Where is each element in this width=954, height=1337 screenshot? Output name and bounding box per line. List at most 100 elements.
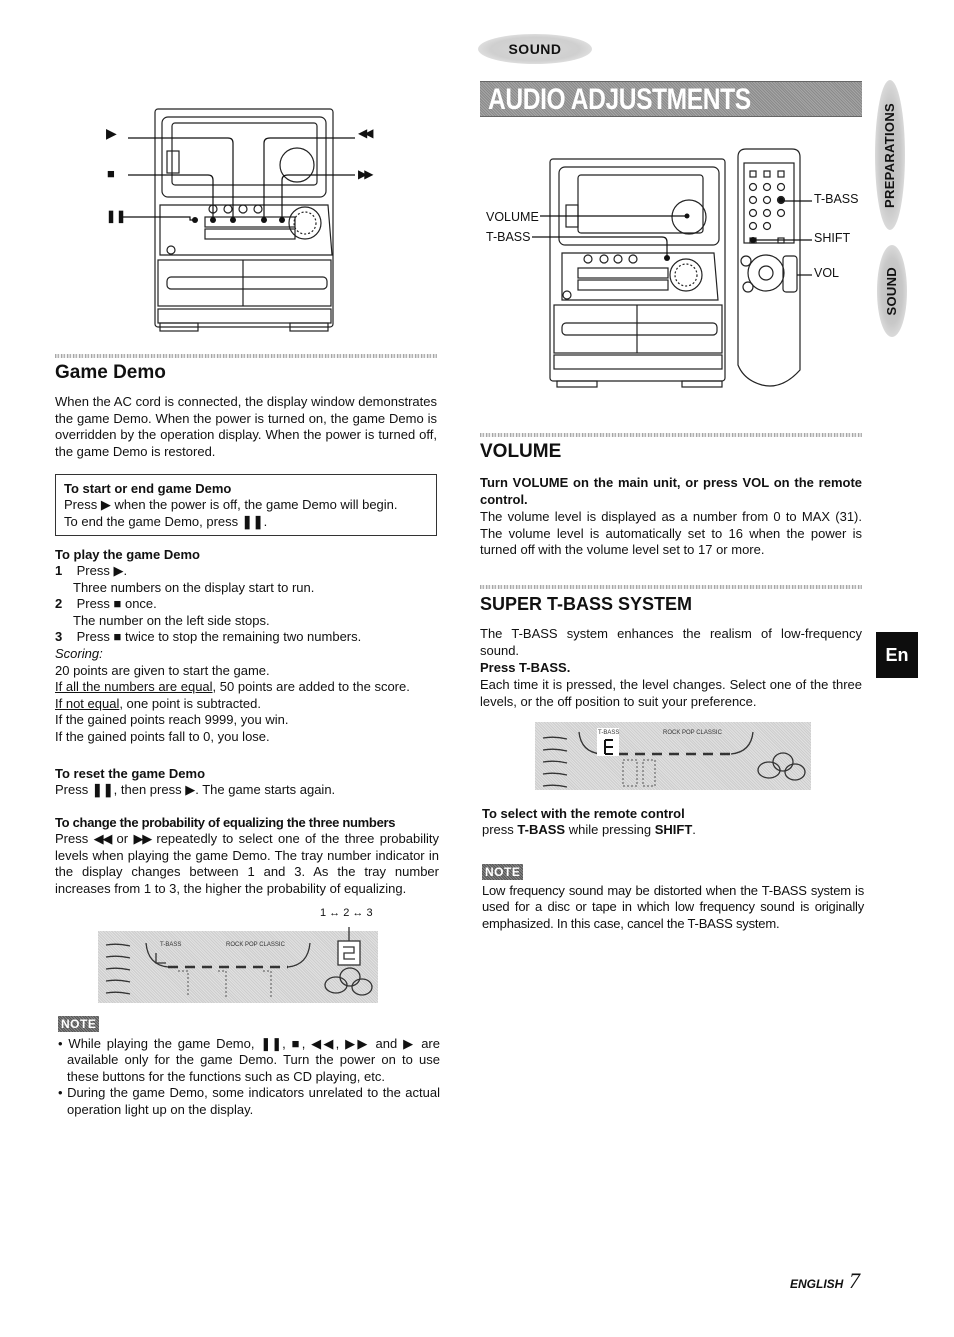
text: , 50 points are added to the score. <box>212 679 410 695</box>
side-tab-label: SOUND <box>883 266 899 316</box>
lcd-eq-modes-indicator: ROCK POP CLASSIC <box>226 942 285 948</box>
label-tbass-remote: T-BASS <box>814 192 859 206</box>
page-title: AUDIO ADJUSTMENTS <box>488 83 751 116</box>
text: . <box>692 822 696 837</box>
label-play-icon: ▶ <box>106 125 117 141</box>
step-number: 3 <box>55 629 63 645</box>
pause-icon: ❚❚ <box>91 782 114 797</box>
fast-forward-icon: ▶▶ <box>133 831 153 846</box>
page-title-bar: AUDIO ADJUSTMENTS <box>480 81 862 117</box>
section-title-super-tbass: SUPER T-BASS SYSTEM <box>480 594 693 614</box>
text: press <box>482 822 514 837</box>
tbass-remote-heading: To select with the remote control <box>482 806 685 821</box>
step-number: 2 <box>55 596 63 612</box>
text: To end the game Demo, press <box>64 513 239 529</box>
note-text: Low frequency sound may be distorted whe… <box>482 882 864 931</box>
text: while pressing <box>568 822 652 837</box>
tbass-key-name: T-BASS <box>517 822 566 837</box>
footer-language: ENGLISH <box>790 1277 844 1291</box>
text: Press <box>55 831 89 846</box>
stereo-unit-illustration <box>120 108 355 332</box>
text: . The game starts again. <box>195 782 336 797</box>
shift-key-name: SHIFT <box>654 822 693 837</box>
play-icon: ▶ <box>100 497 111 512</box>
stereo-and-remote-illustration <box>532 148 812 388</box>
label-stop-icon: ■ <box>107 166 115 181</box>
probability-text: Press ◀◀ or ▶▶ repeatedly to select one … <box>55 831 439 897</box>
play-icon: ▶ <box>113 563 124 578</box>
label-fast-forward-icon: ▶▶ <box>358 167 374 181</box>
play-heading: To play the game Demo <box>55 547 200 562</box>
reset-text: Press ❚❚, then press ▶. The game starts … <box>55 782 437 799</box>
scoring-line: If the gained points reach 9999, you win… <box>55 712 437 729</box>
step-number: 1 <box>55 563 63 578</box>
page-footer: ENGLISH 7 <box>790 1270 860 1293</box>
language-tab-label: En <box>885 644 909 665</box>
note-badge: NOTE <box>58 1016 100 1032</box>
lcd-segments <box>105 927 373 997</box>
text: If the gained points reach 9999, you win… <box>55 712 289 728</box>
start-end-line1: Press ▶ when the power is off, the game … <box>64 497 428 514</box>
game-demo-display-figure: 1 ↔ 2 ↔ 3 T-BASS ROCK POP CLASSIC <box>98 905 380 1005</box>
stop-icon: ■ <box>113 629 122 645</box>
text: when the power is off, the game Demo wil… <box>114 497 398 512</box>
underlined-text: If all the numbers are equal <box>55 679 213 695</box>
rewind-icon: ◀◀ <box>93 831 114 846</box>
tbass-remote-block: To select with the remote control press … <box>482 806 864 839</box>
game-demo-intro: When the AC cord is connected, the displ… <box>55 394 437 459</box>
start-end-box: To start or end game Demo Press ▶ when t… <box>55 474 437 536</box>
label-vol: VOL <box>814 266 840 280</box>
tbass-instruction: Press T-BASS. <box>480 660 571 675</box>
language-tab-en[interactable]: En <box>876 632 918 678</box>
text: Press <box>64 497 98 512</box>
side-tab-sound[interactable]: SOUND <box>877 245 907 337</box>
pause-icon: ❚❚ <box>241 513 264 529</box>
text: . <box>263 513 268 529</box>
lcd-tbass-indicator: T-BASS <box>160 942 182 948</box>
figure-main-unit-game-buttons: ▶ ■ ❚❚ ◀◀ ▶▶ <box>100 105 400 335</box>
text: repeatedly to select one of the three pr… <box>55 831 439 896</box>
probability-heading: To change the probability of equalizing … <box>55 815 396 830</box>
note-badge: NOTE <box>482 864 524 880</box>
label-volume-knob: VOLUME <box>486 210 539 224</box>
reset-heading: To reset the game Demo <box>55 766 206 781</box>
label-tbass-main: T-BASS <box>486 230 531 244</box>
tbass-intro: The T-BASS system enhances the realism o… <box>480 626 862 658</box>
scoring-label: Scoring: <box>55 645 103 661</box>
lcd-tbass-indicator: T-BASS <box>598 730 620 736</box>
section-divider <box>55 354 437 358</box>
volume-instruction: Turn VOLUME on the main unit, or press V… <box>480 475 862 507</box>
scoring-line: If the gained points fall to 0, you lose… <box>55 729 437 746</box>
scoring-line: If all the numbers are equal, 50 points … <box>55 679 437 696</box>
note-item: • While playing the game Demo, ❚❚, ■, ◀◀… <box>58 1035 440 1084</box>
label-shift: SHIFT <box>814 231 851 245</box>
step-2-detail: The number on the left side stops. <box>73 612 270 628</box>
text: Press <box>76 563 110 578</box>
text: Press <box>55 782 89 797</box>
text: , then press <box>113 782 182 797</box>
probability-block: To change the probability of equalizing … <box>55 815 439 897</box>
text: once. <box>124 596 157 612</box>
section-title-volume: VOLUME <box>480 441 562 462</box>
section-divider <box>480 433 862 437</box>
text: Press <box>76 596 110 612</box>
section-title-game-demo: Game Demo <box>55 362 166 383</box>
note-text: During the game Demo, some indicators un… <box>67 1085 440 1117</box>
tbass-body: Each time it is pressed, the level chang… <box>480 677 862 709</box>
play-icon: ▶ <box>185 782 196 797</box>
step-1: 1 Press ▶. <box>55 563 437 580</box>
step-2: 2 Press ■ once. <box>55 596 437 613</box>
page-number: 7 <box>848 1268 860 1293</box>
tbass-display-figure: T-BASS ROCK POP CLASSIC <box>535 722 813 790</box>
figure-main-unit-and-remote: VOLUME T-BASS T-BASS SHIFT VOL <box>482 145 862 390</box>
text: or <box>116 831 129 846</box>
lcd-eq-modes-indicator: ROCK POP CLASSIC <box>663 730 722 736</box>
side-tab-preparations[interactable]: PREPARATIONS <box>875 80 905 230</box>
start-end-heading: To start or end game Demo <box>64 481 232 496</box>
text: If the gained points fall to 0, you lose… <box>55 728 270 744</box>
note-text: While playing the game Demo, ❚❚, ■, ◀◀, … <box>67 1035 440 1084</box>
scoring-line: 20 points are given to start the game. <box>55 663 437 680</box>
label-rewind-icon: ◀◀ <box>358 126 374 140</box>
note-list: • While playing the game Demo, ❚❚, ■, ◀◀… <box>58 1036 440 1119</box>
stop-icon: ■ <box>113 596 122 612</box>
